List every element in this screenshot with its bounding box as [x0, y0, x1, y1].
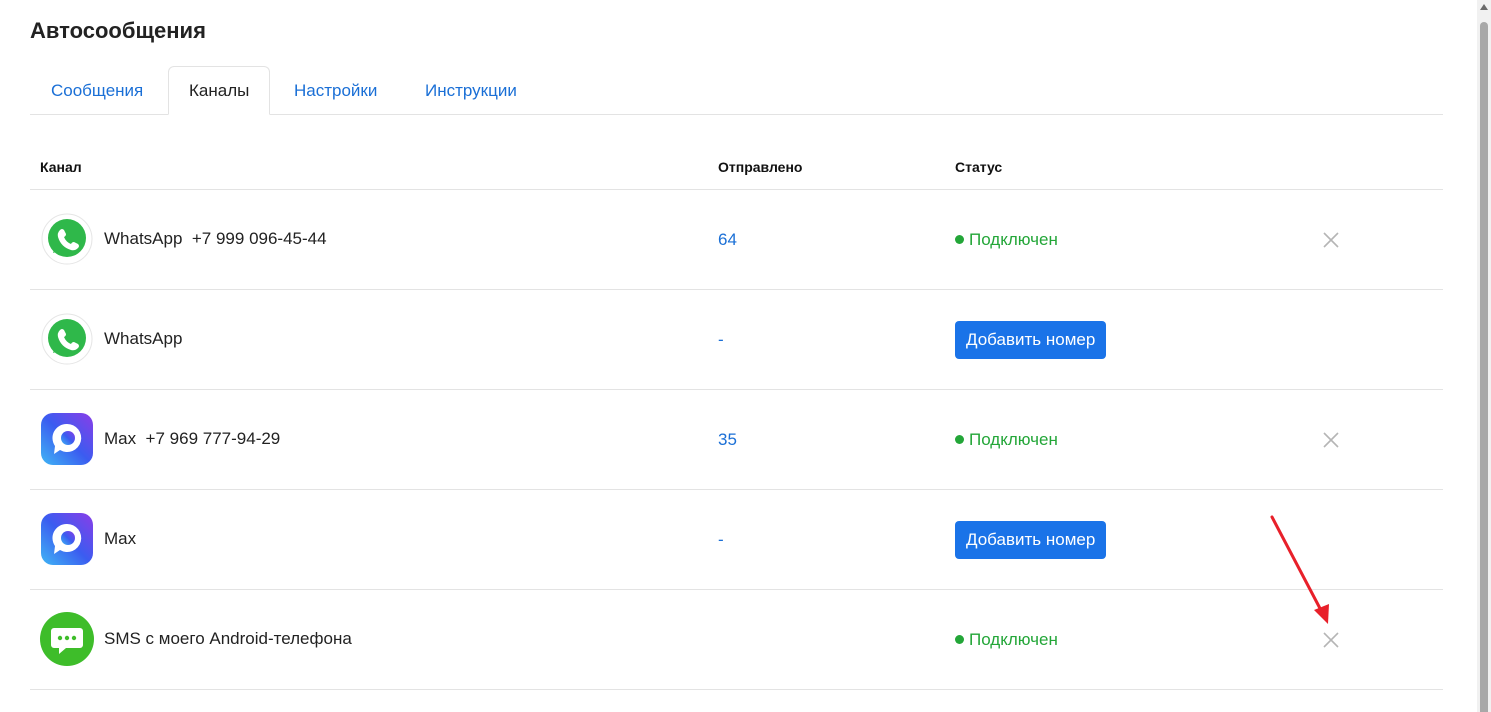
column-header-status: Статус [955, 159, 1003, 175]
tab-settings[interactable]: Настройки [294, 67, 377, 114]
status-label: Подключен [969, 230, 1058, 249]
max-icon [41, 413, 93, 465]
channel-name: Max [104, 529, 137, 548]
channel-name: Max +7 969 777-94-29 [104, 429, 281, 448]
add-number-button[interactable]: Добавить номер [955, 521, 1107, 559]
page-title: Автосообщения [30, 18, 206, 43]
whatsapp-icon [41, 213, 93, 265]
channel-name: WhatsApp +7 999 096-45-44 [104, 229, 327, 248]
table-header: Канал Отправлено Статус [30, 145, 1443, 190]
whatsapp-icon [41, 313, 93, 365]
status-dot [955, 235, 964, 244]
add-number-button[interactable]: Добавить номер [955, 321, 1107, 359]
sent-count: - [718, 530, 724, 549]
max-icon [41, 513, 93, 565]
close-icon[interactable] [1322, 431, 1340, 449]
vertical-scrollbar[interactable] [1477, 0, 1491, 712]
tab-instructions[interactable]: Инструкции [425, 67, 517, 114]
scroll-up-icon[interactable] [1480, 4, 1488, 10]
channel-name: SMS с моего Android-телефона [104, 629, 352, 648]
tab-messages[interactable]: Сообщения [51, 67, 143, 114]
table-row: WhatsApp +7 999 096-45-44 64 Подключен [30, 190, 1443, 290]
status-connected: Подключен [955, 630, 1058, 650]
status-label: Подключен [969, 430, 1058, 449]
sent-count-link[interactable]: 35 [718, 430, 737, 450]
status-label: Подключен [969, 630, 1058, 649]
tab-channels[interactable]: Каналы [168, 66, 271, 115]
status-dot [955, 635, 964, 644]
table-row: Max +7 969 777-94-29 35 Подключен [30, 390, 1443, 490]
tab-bar: Сообщения Каналы Настройки Инструкции [30, 66, 1443, 115]
annotation-arrow-icon [1270, 515, 1329, 624]
table-row: Max - Добавить номер [30, 490, 1443, 590]
column-header-channel: Канал [40, 159, 82, 175]
status-connected: Подключен [955, 430, 1058, 450]
table-row: WhatsApp - Добавить номер [30, 290, 1443, 390]
sms-android-icon [40, 612, 94, 666]
channel-name: WhatsApp [104, 329, 183, 348]
sent-count-link[interactable]: 64 [718, 230, 737, 250]
sent-count: - [718, 330, 724, 349]
table-row: SMS с моего Android-телефона Подключен [30, 590, 1443, 690]
status-dot [955, 435, 964, 444]
close-icon[interactable] [1322, 231, 1340, 249]
channels-table: Канал Отправлено Статус WhatsApp +7 999 … [30, 145, 1443, 690]
scrollbar-thumb[interactable] [1480, 22, 1488, 712]
status-connected: Подключен [955, 230, 1058, 250]
column-header-sent: Отправлено [718, 159, 803, 175]
